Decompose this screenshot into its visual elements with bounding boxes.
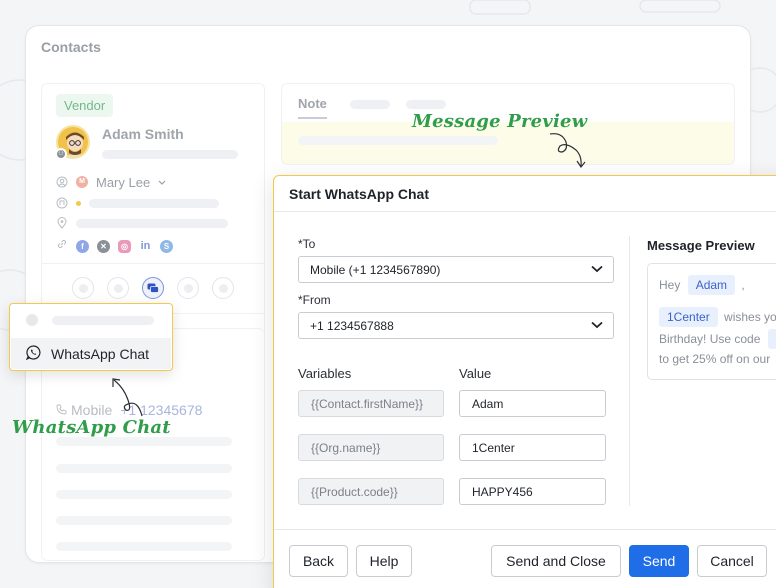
- chat-options-menu: WhatsApp Chat: [9, 303, 173, 371]
- owner-avatar: M: [76, 176, 88, 188]
- menu-item-whatsapp-chat[interactable]: WhatsApp Chat: [11, 338, 171, 369]
- send-and-close-button[interactable]: Send and Close: [491, 545, 621, 577]
- menu-item-placeholder[interactable]: [26, 314, 154, 326]
- avatar-status-badge: ⚇: [55, 148, 67, 160]
- whatsapp-chat-label: WhatsApp Chat: [51, 345, 150, 362]
- divider: [42, 263, 264, 264]
- cancel-button[interactable]: Cancel: [697, 545, 767, 577]
- action-buttons: [72, 277, 234, 299]
- to-select[interactable]: Mobile (+1 1234567890): [298, 256, 614, 283]
- skeleton-line: [56, 516, 232, 525]
- chevron-down-icon: [158, 173, 166, 191]
- company-row: [56, 197, 219, 209]
- skeleton-line: [56, 437, 232, 446]
- call-action-button[interactable]: [72, 277, 94, 299]
- location-pin-icon: [56, 217, 68, 229]
- skeleton-tab: [350, 100, 390, 109]
- preview-line-3: Birthday! Use code: [659, 329, 776, 349]
- preview-text: Birthday! Use code: [659, 332, 761, 346]
- link-icon: [56, 237, 68, 255]
- dialog-footer-divider: [274, 529, 776, 530]
- from-select-value: +1 1234567888: [310, 318, 394, 333]
- whatsapp-icon: [25, 344, 41, 363]
- chat-action-button[interactable]: [142, 277, 164, 299]
- owner-name: Mary Lee: [96, 174, 151, 190]
- location-row: [56, 217, 228, 229]
- annotation-message-preview: Message Preview: [412, 111, 588, 132]
- variable-field: {{Org.name}}: [298, 434, 444, 461]
- social-links: f ✕ ◎ in S: [56, 237, 173, 255]
- email-action-button[interactable]: [107, 277, 129, 299]
- annotation-arrow-icon: [112, 378, 143, 417]
- preview-line-1: Hey Adam ,: [659, 275, 745, 295]
- value-column-header: Value: [459, 366, 492, 381]
- x-twitter-icon[interactable]: ✕: [97, 239, 110, 253]
- status-dot: [76, 200, 81, 206]
- preview-chip-name: Adam: [687, 275, 736, 295]
- facebook-icon[interactable]: f: [76, 239, 89, 253]
- annotation-arrow-icon: [549, 133, 586, 169]
- chevron-down-icon: [591, 321, 603, 329]
- building-icon: [56, 197, 68, 209]
- to-select-value: Mobile (+1 1234567890): [310, 262, 441, 277]
- tab-note[interactable]: Note: [298, 96, 327, 119]
- chat-bubble-icon: [147, 283, 159, 293]
- linkedin-icon[interactable]: in: [139, 240, 152, 253]
- from-label: *From: [298, 293, 331, 307]
- to-label: *To: [298, 237, 316, 251]
- value-input[interactable]: HAPPY456: [459, 478, 606, 505]
- skeleton-line: [102, 150, 238, 159]
- send-button[interactable]: Send: [629, 545, 689, 577]
- preview-chip-code: [767, 329, 776, 349]
- skeleton-tab: [406, 100, 446, 109]
- phone-icon: [56, 402, 67, 418]
- preview-line-4: to get 25% off on our: [659, 352, 771, 366]
- skeleton-line: [52, 315, 154, 325]
- variables-column-header: Variables: [298, 366, 352, 381]
- vendor-badge: Vendor: [56, 94, 114, 117]
- preview-line-2: 1Center wishes yo: [659, 307, 776, 327]
- placeholder-icon: [26, 314, 38, 326]
- value-input[interactable]: 1Center: [459, 434, 606, 461]
- page-title: Contacts: [41, 39, 101, 55]
- dialog-title: Start WhatsApp Chat: [274, 176, 776, 212]
- preview-text: ,: [741, 278, 745, 292]
- skeleton-line: [56, 464, 232, 473]
- owner-row[interactable]: M Mary Lee: [56, 173, 166, 191]
- message-preview-title: Message Preview: [647, 238, 755, 253]
- start-whatsapp-chat-dialog: Start WhatsApp Chat *To Mobile (+1 12345…: [273, 175, 776, 588]
- preview-chip-org: 1Center: [659, 307, 718, 327]
- chevron-down-icon: [591, 265, 603, 273]
- meeting-action-button[interactable]: [177, 277, 199, 299]
- annotation-whatsapp-chat: WhatsApp Chat: [12, 417, 171, 438]
- skeleton-line: [298, 136, 498, 145]
- skeleton-line: [89, 198, 219, 208]
- variable-field: {{Contact.firstName}}: [298, 390, 444, 417]
- message-preview-box: Hey Adam , 1Center wishes yo Birthday! U…: [647, 263, 776, 380]
- skype-icon[interactable]: S: [160, 239, 173, 253]
- user-icon: [56, 176, 68, 188]
- skeleton-line: [76, 218, 228, 228]
- variable-field: {{Product.code}}: [298, 478, 444, 505]
- value-input[interactable]: Adam: [459, 390, 606, 417]
- preview-text: wishes yo: [724, 310, 776, 324]
- contact-name[interactable]: Adam Smith: [102, 126, 184, 142]
- instagram-icon[interactable]: ◎: [118, 239, 131, 253]
- help-button[interactable]: Help: [356, 545, 412, 577]
- skeleton-line: [56, 542, 232, 551]
- column-divider: [629, 236, 630, 506]
- more-action-button[interactable]: [212, 277, 234, 299]
- skeleton-line: [56, 490, 232, 499]
- from-select[interactable]: +1 1234567888: [298, 312, 614, 339]
- preview-text: Hey: [659, 278, 681, 292]
- back-button[interactable]: Back: [289, 545, 348, 577]
